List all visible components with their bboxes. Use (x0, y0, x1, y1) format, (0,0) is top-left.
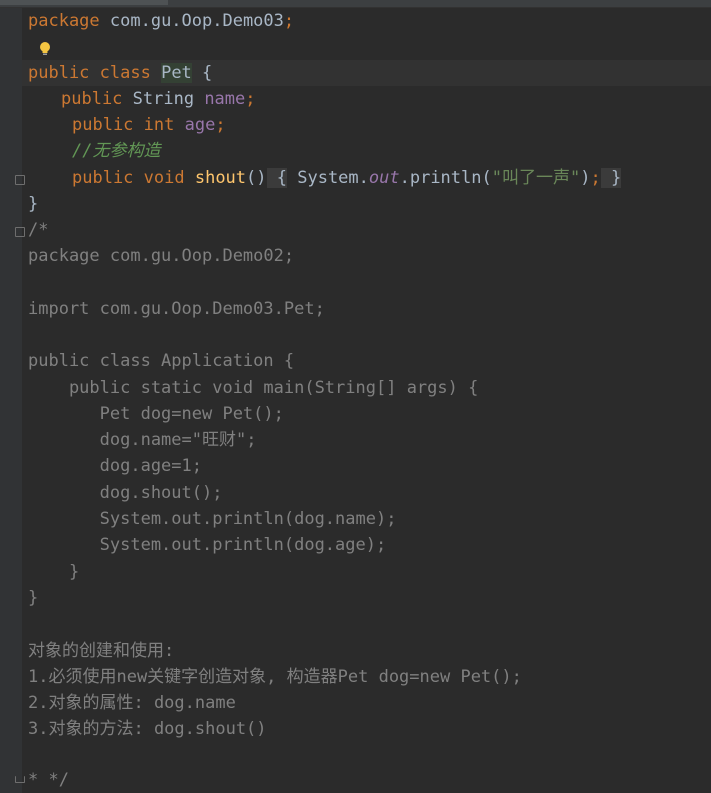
comment-line[interactable]: } (28, 585, 38, 611)
method-name: shout (194, 168, 247, 188)
semicolon: ; (215, 115, 226, 135)
comment-line[interactable]: 对象的创建和使用: (28, 638, 174, 664)
comment-line[interactable]: dog.age=1; (28, 453, 202, 479)
fold-marker-icon[interactable] (15, 175, 25, 185)
code-line-7[interactable]: public void shout() { System.out.println… (72, 165, 622, 191)
comment-line[interactable]: System.out.println(dog.name); (28, 506, 397, 532)
static-field: out (368, 168, 400, 188)
field-name: name (204, 89, 246, 109)
comment-line[interactable]: 2.对象的属性: dog.name (28, 690, 236, 716)
class-name: Pet (161, 63, 192, 83)
comment-line[interactable]: public class Application { (28, 348, 294, 374)
comment-line[interactable]: System.out.println(dog.age); (28, 532, 387, 558)
system-ref: System. (287, 168, 369, 188)
fold-marker-icon[interactable] (15, 227, 25, 237)
code-line-4[interactable]: public String name; (61, 86, 256, 112)
println-call: .println( (399, 168, 492, 188)
keyword: public (61, 89, 123, 109)
keyword: public (72, 115, 134, 135)
code-line-1[interactable]: package com.gu.Oop.Demo03; (28, 8, 294, 34)
type: String (122, 89, 205, 109)
code-line-8[interactable]: } (28, 191, 38, 217)
semicolon: ; (245, 89, 256, 109)
comment-line[interactable]: package com.gu.Oop.Demo02; (28, 243, 294, 269)
folded-brace-close[interactable]: } (600, 168, 622, 188)
code-line-6[interactable]: //无参构造 (72, 138, 160, 164)
comment-line[interactable]: /* (28, 217, 48, 243)
semicolon: ; (283, 11, 295, 31)
package-name: com.gu.Oop.Demo03 (99, 11, 284, 31)
comment-line[interactable]: * */ (28, 767, 69, 793)
comment-line[interactable]: Pet dog=new Pet(); (28, 401, 284, 427)
code-line-3[interactable]: public class Pet { (28, 60, 212, 86)
comment-line[interactable]: dog.shout(); (28, 480, 223, 506)
comment-line[interactable]: public static void main(String[] args) { (28, 375, 478, 401)
brace: } (28, 194, 39, 214)
line-comment: //无参构造 (72, 141, 161, 161)
editor-gutter[interactable] (0, 8, 22, 793)
comment-line[interactable]: } (28, 559, 79, 585)
close-paren: ) (580, 168, 591, 188)
fold-marker-icon[interactable] (15, 776, 25, 783)
keyword: void (133, 168, 195, 188)
keyword: public (28, 63, 90, 83)
keyword: public (72, 168, 134, 188)
comment-line[interactable]: dog.name="旺财"; (28, 427, 257, 453)
editor-tab-strip (0, 0, 711, 8)
string-literal: "叫了一声" (491, 168, 581, 188)
parens: () (246, 168, 267, 188)
comment-line[interactable]: import com.gu.Oop.Demo03.Pet; (28, 296, 325, 322)
code-editor[interactable]: package com.gu.Oop.Demo03; public class … (0, 0, 711, 793)
lightbulb-icon[interactable] (39, 41, 51, 57)
keyword: class (89, 63, 162, 83)
brace: { (191, 63, 213, 83)
keyword: package (28, 11, 100, 31)
comment-line[interactable]: 1.必须使用new关键字创造对象, 构造器Pet dog=new Pet(); (28, 664, 522, 690)
semicolon: ; (590, 168, 601, 188)
type: int (133, 115, 185, 135)
editor-tab[interactable] (0, 0, 168, 5)
field-name: age (184, 115, 216, 135)
comment-line[interactable]: 3.对象的方法: dog.shout() (28, 716, 267, 742)
code-line-5[interactable]: public int age; (72, 112, 226, 138)
folded-brace-open[interactable]: { (266, 168, 287, 188)
